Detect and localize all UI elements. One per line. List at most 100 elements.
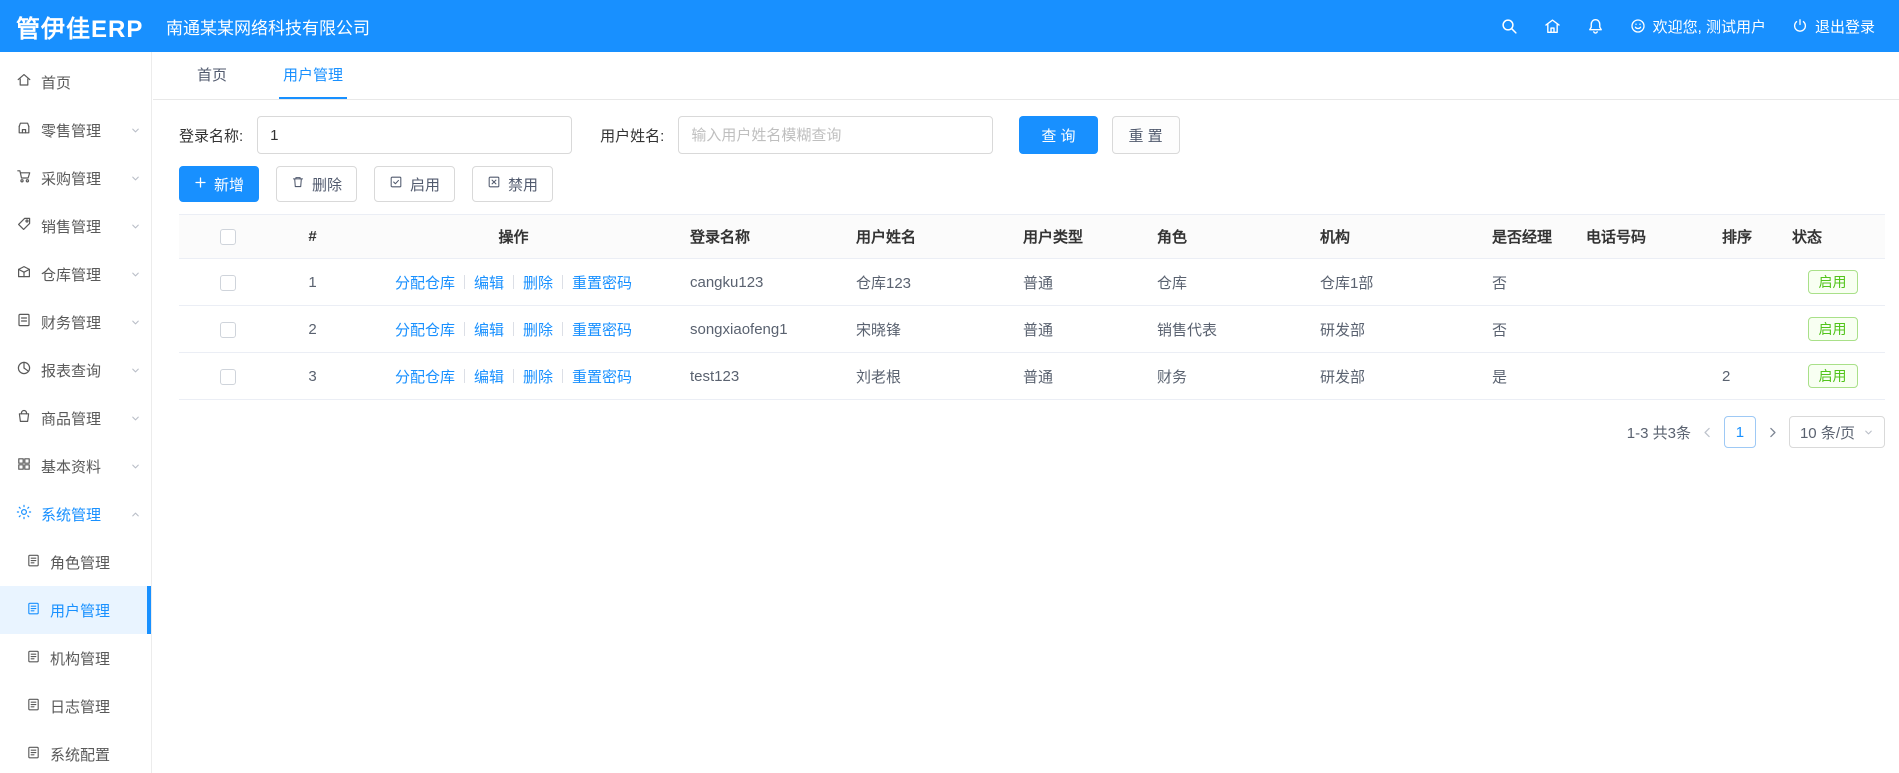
- document-icon: [26, 649, 41, 668]
- row-checkbox[interactable]: [219, 368, 236, 385]
- col-index: #: [276, 214, 349, 259]
- home-building-icon[interactable]: [1544, 18, 1561, 35]
- reset-password-link[interactable]: 重置密码: [572, 366, 632, 387]
- enable-label: 启用: [410, 176, 441, 194]
- status-badge[interactable]: 启用: [1807, 316, 1858, 342]
- cell-usertype: 普通: [1011, 258, 1145, 306]
- sidebar-item-basic-data[interactable]: 基本资料: [0, 442, 151, 490]
- sidebar-item-purchase[interactable]: 采购管理: [0, 154, 151, 202]
- trash-icon: [291, 175, 305, 193]
- logout-button[interactable]: 退出登录: [1792, 16, 1875, 37]
- row-index: 1: [276, 258, 349, 306]
- document-icon: [26, 601, 41, 620]
- page-size-label: 10 条/页: [1799, 424, 1855, 442]
- page-number[interactable]: 1: [1723, 416, 1756, 448]
- sidebar-label: 商品管理: [41, 410, 102, 428]
- edit-link[interactable]: 编辑: [474, 366, 504, 387]
- sidebar-item-user-mgmt[interactable]: 用户管理: [0, 586, 151, 634]
- page-content: 登录名称: 用户姓名: 查 询 重 置 新增 删除 启用: [153, 100, 1899, 448]
- table-toolbar: 新增 删除 启用 禁用: [179, 166, 1873, 202]
- smile-icon: [1630, 18, 1646, 34]
- row-checkbox[interactable]: [219, 321, 236, 338]
- chevron-down-icon: [130, 221, 141, 232]
- cell-sort: [1710, 305, 1780, 353]
- select-all-checkbox[interactable]: [219, 229, 236, 246]
- col-actions: 操作: [349, 214, 678, 259]
- reset-password-link[interactable]: 重置密码: [572, 319, 632, 340]
- sidebar-item-log-mgmt[interactable]: 日志管理: [0, 682, 151, 730]
- search-icon[interactable]: [1501, 18, 1518, 35]
- cart-icon: [16, 168, 32, 188]
- tag-icon: [16, 216, 32, 236]
- disable-label: 禁用: [508, 176, 539, 194]
- cell-phone: [1574, 352, 1710, 400]
- reset-password-link[interactable]: 重置密码: [572, 272, 632, 293]
- assign-warehouse-link[interactable]: 分配仓库: [395, 319, 455, 340]
- col-org: 机构: [1308, 214, 1480, 259]
- delete-button[interactable]: 删除: [276, 166, 358, 202]
- table-header: # 操作 登录名称 用户姓名 用户类型 角色 机构 是否经理 电话号码 排序 状…: [179, 214, 1885, 259]
- edit-link[interactable]: 编辑: [474, 272, 504, 293]
- cell-org: 研发部: [1308, 305, 1480, 353]
- chevron-up-icon: [130, 509, 141, 520]
- sidebar-item-retail[interactable]: 零售管理: [0, 106, 151, 154]
- add-button[interactable]: 新增: [179, 166, 260, 202]
- sidebar-item-warehouse[interactable]: 仓库管理: [0, 250, 151, 298]
- sidebar-item-sales[interactable]: 销售管理: [0, 202, 151, 250]
- sidebar: 首页 零售管理 采购管理 销售管理 仓库管理 财务管理 报表查询 商品管理 基本…: [0, 52, 152, 773]
- edit-link[interactable]: 编辑: [474, 319, 504, 340]
- search-button[interactable]: 查 询: [1019, 116, 1098, 154]
- cell-role: 销售代表: [1145, 305, 1308, 353]
- sidebar-item-reports[interactable]: 报表查询: [0, 346, 151, 394]
- logout-text: 退出登录: [1814, 18, 1875, 36]
- sidebar-label: 机构管理: [50, 650, 111, 668]
- welcome-user[interactable]: 欢迎您, 测试用户: [1630, 16, 1766, 37]
- erp-app: 管伊佳ERP 南通某某网络科技有限公司 欢迎您, 测试用户 退出登录 首页 零售…: [0, 0, 1899, 773]
- status-badge[interactable]: 启用: [1807, 363, 1858, 389]
- chevron-down-icon: [130, 173, 141, 184]
- status-badge[interactable]: 启用: [1807, 269, 1858, 295]
- row-checkbox[interactable]: [219, 274, 236, 291]
- sidebar-item-system[interactable]: 系统管理: [0, 490, 151, 538]
- sidebar-item-goods[interactable]: 商品管理: [0, 394, 151, 442]
- reset-button[interactable]: 重 置: [1111, 116, 1180, 154]
- disable-button[interactable]: 禁用: [472, 166, 554, 202]
- sidebar-item-system-config[interactable]: 系统配置: [0, 730, 151, 773]
- delete-label: 删除: [312, 176, 343, 194]
- cell-role: 仓库: [1145, 258, 1308, 306]
- col-sort: 排序: [1710, 214, 1780, 259]
- sidebar-item-finance[interactable]: 财务管理: [0, 298, 151, 346]
- add-label: 新增: [214, 176, 245, 194]
- sidebar-label: 报表查询: [41, 362, 102, 380]
- table-row: 1 分配仓库 编辑 删除 重置密码 cangku123 仓库123 普通 仓库 …: [179, 258, 1885, 306]
- delete-link[interactable]: 删除: [523, 319, 553, 340]
- sidebar-item-org-mgmt[interactable]: 机构管理: [0, 634, 151, 682]
- sidebar-item-role-mgmt[interactable]: 角色管理: [0, 538, 151, 586]
- page-size-select[interactable]: 10 条/页: [1788, 416, 1885, 448]
- home-icon: [16, 72, 32, 92]
- login-name-input[interactable]: [257, 116, 573, 154]
- col-status: 状态: [1780, 214, 1885, 259]
- next-page-icon[interactable]: [1766, 426, 1779, 439]
- sidebar-item-home[interactable]: 首页: [0, 58, 151, 106]
- bell-icon[interactable]: [1587, 18, 1604, 35]
- assign-warehouse-link[interactable]: 分配仓库: [395, 366, 455, 387]
- cell-username: 仓库123: [844, 258, 1011, 306]
- assign-warehouse-link[interactable]: 分配仓库: [395, 272, 455, 293]
- sidebar-label: 采购管理: [41, 170, 102, 188]
- sidebar-label: 仓库管理: [41, 266, 102, 284]
- filter-row: 登录名称: 用户姓名: 查 询 重 置: [179, 116, 1873, 154]
- tab-user-mgmt[interactable]: 用户管理: [279, 52, 348, 99]
- delete-link[interactable]: 删除: [523, 366, 553, 387]
- delete-link[interactable]: 删除: [523, 272, 553, 293]
- ledger-icon: [16, 312, 32, 332]
- divider: [562, 275, 564, 289]
- divider: [513, 275, 514, 289]
- enable-button[interactable]: 启用: [374, 166, 456, 202]
- user-name-input[interactable]: [678, 116, 994, 154]
- prev-page-icon[interactable]: [1701, 426, 1714, 439]
- row-actions: 分配仓库 编辑 删除 重置密码: [361, 272, 666, 293]
- chevron-down-icon: [130, 317, 141, 328]
- tab-home[interactable]: 首页: [193, 52, 231, 99]
- cell-username: 宋晓锋: [844, 305, 1011, 353]
